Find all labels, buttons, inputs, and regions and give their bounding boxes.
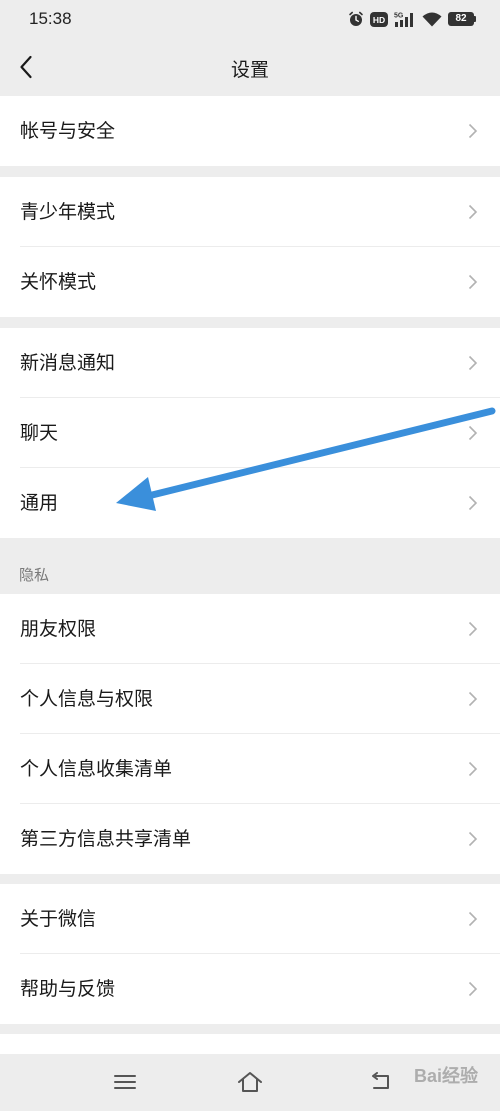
settings-item-label: 聊天 <box>20 422 59 444</box>
settings-group-modes: 青少年模式 关怀模式 <box>0 177 500 317</box>
chevron-right-icon <box>468 981 478 997</box>
status-icons: HD 5G 82 <box>348 10 476 28</box>
settings-item-personal-info-permissions[interactable]: 个人信息与权限 <box>0 664 500 734</box>
settings-group-partial <box>0 1034 500 1054</box>
settings-item-label: 个人信息收集清单 <box>20 758 173 780</box>
wifi-icon <box>422 12 442 27</box>
chevron-right-icon <box>468 495 478 511</box>
settings-item-label: 帮助与反馈 <box>20 978 116 1000</box>
hd-icon: HD <box>370 11 388 27</box>
settings-item-label: 个人信息与权限 <box>20 688 154 710</box>
home-button[interactable] <box>235 1068 265 1096</box>
settings-item-label: 关于微信 <box>20 908 97 930</box>
home-icon <box>238 1072 262 1092</box>
chevron-right-icon <box>468 123 478 139</box>
svg-text:HD: HD <box>373 15 385 25</box>
settings-group-privacy: 朋友权限 个人信息与权限 个人信息收集清单 第三方信息共享清单 <box>0 594 500 874</box>
menu-button[interactable] <box>110 1068 140 1096</box>
settings-item-teen-mode[interactable]: 青少年模式 <box>0 177 500 247</box>
settings-item-care-mode[interactable]: 关怀模式 <box>0 247 500 317</box>
chevron-right-icon <box>468 831 478 847</box>
settings-item-chat[interactable]: 聊天 <box>0 398 500 468</box>
alarm-icon <box>348 11 364 27</box>
chevron-right-icon <box>468 761 478 777</box>
header-bar: 设置 <box>0 40 500 94</box>
settings-item-friend-permissions[interactable]: 朋友权限 <box>0 594 500 664</box>
settings-item-label: 第三方信息共享清单 <box>20 828 192 850</box>
settings-item-label: 帐号与安全 <box>20 120 116 142</box>
chevron-right-icon <box>468 425 478 441</box>
settings-item-label: 通用 <box>20 492 59 514</box>
settings-item-info-collection-list[interactable]: 个人信息收集清单 <box>0 734 500 804</box>
signal-5g-icon: 5G <box>394 11 416 27</box>
back-button[interactable] <box>8 49 44 85</box>
settings-group-account: 帐号与安全 <box>0 96 500 166</box>
watermark: Bai经验 <box>413 1066 478 1086</box>
section-header-privacy: 隐私 <box>19 566 50 584</box>
settings-group-messages: 新消息通知 聊天 通用 <box>0 328 500 538</box>
settings-item-label: 关怀模式 <box>20 271 97 293</box>
settings-item-label: 朋友权限 <box>20 618 97 640</box>
chevron-right-icon <box>468 355 478 371</box>
status-bar: 15:38 HD 5G 82 <box>0 0 500 40</box>
settings-item-label: 新消息通知 <box>20 352 116 374</box>
battery-icon: 82 <box>448 12 476 26</box>
settings-item-about-wechat[interactable]: 关于微信 <box>0 884 500 954</box>
page-title: 设置 <box>230 59 269 81</box>
chevron-right-icon <box>468 204 478 220</box>
settings-item-third-party-sharing-list[interactable]: 第三方信息共享清单 <box>0 804 500 874</box>
settings-group-about: 关于微信 帮助与反馈 <box>0 884 500 1024</box>
settings-item-help-feedback[interactable]: 帮助与反馈 <box>0 954 500 1024</box>
chevron-right-icon <box>468 274 478 290</box>
settings-item-general[interactable]: 通用 <box>0 468 500 538</box>
chevron-right-icon <box>468 911 478 927</box>
back-nav-icon <box>372 1072 389 1089</box>
chevron-right-icon <box>468 621 478 637</box>
menu-icon <box>114 1075 136 1089</box>
back-nav-button[interactable] <box>366 1068 396 1096</box>
battery-level: 82 <box>448 12 474 26</box>
settings-item-account-security[interactable]: 帐号与安全 <box>0 96 500 166</box>
chevron-left-icon <box>20 55 32 79</box>
svg-text:5G: 5G <box>394 13 404 20</box>
settings-item-label: 青少年模式 <box>20 201 116 223</box>
settings-item-notifications[interactable]: 新消息通知 <box>0 328 500 398</box>
chevron-right-icon <box>468 691 478 707</box>
status-time: 15:38 <box>29 9 72 28</box>
